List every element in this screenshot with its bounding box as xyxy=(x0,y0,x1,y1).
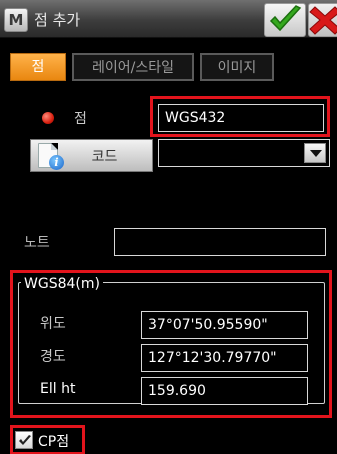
point-label: 점 xyxy=(74,111,87,127)
chevron-down-icon[interactable] xyxy=(304,143,326,163)
latitude-input[interactable]: 37°07'50.95590" xyxy=(141,311,308,339)
ellipsoid-height-label: Ell ht xyxy=(40,381,76,397)
close-icon xyxy=(309,6,337,35)
code-dropdown[interactable] xyxy=(158,139,330,167)
longitude-input[interactable]: 127°12'30.79770" xyxy=(141,344,308,372)
window-title: 점 추가 xyxy=(34,11,81,29)
tab-layer-style[interactable]: 레이어/스타일 xyxy=(72,53,194,81)
note-label: 노트 xyxy=(24,235,50,251)
app-menu-icon[interactable]: M xyxy=(4,8,28,32)
ok-button[interactable] xyxy=(264,3,306,37)
code-button[interactable]: i 코드 xyxy=(30,139,153,172)
longitude-label: 경도 xyxy=(40,349,66,365)
cancel-button[interactable] xyxy=(308,3,337,37)
ellipsoid-height-input[interactable]: 159.690 xyxy=(141,377,308,405)
note-input[interactable] xyxy=(114,228,326,256)
checkmark-icon xyxy=(19,435,31,445)
tab-point[interactable]: 점 xyxy=(10,53,66,81)
check-icon xyxy=(269,5,302,32)
latitude-label: 위도 xyxy=(40,316,66,332)
cp-checkbox[interactable] xyxy=(15,431,33,449)
point-name-input[interactable]: WGS432 xyxy=(158,104,324,132)
point-status-icon xyxy=(42,112,54,124)
cp-label[interactable]: CP점 xyxy=(38,431,69,451)
title-bar: M 점 추가 xyxy=(0,0,337,38)
code-button-label: 코드 xyxy=(91,149,118,165)
tab-image[interactable]: 이미지 xyxy=(200,53,274,81)
coordinates-group-label: WGS84(m) xyxy=(21,276,103,292)
